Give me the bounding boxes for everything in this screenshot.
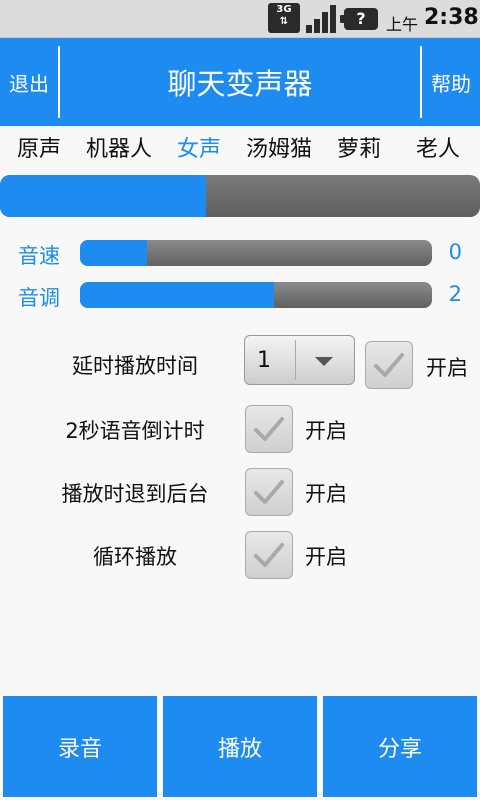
pitch-slider[interactable] bbox=[80, 282, 432, 308]
bottom-action-bar: 录音 播放 分享 bbox=[0, 693, 480, 800]
title-bar: 退出 聊天变声器 帮助 bbox=[0, 38, 480, 126]
delay-dropdown-value: 1 bbox=[257, 348, 271, 373]
speed-label: 音速 bbox=[18, 244, 60, 268]
tab-old-person[interactable]: 老人 bbox=[416, 130, 460, 170]
status-time: 2:38 bbox=[424, 5, 479, 30]
status-bar: 3G ⇅ ? 上午 2:38 bbox=[0, 0, 480, 38]
countdown-state-label: 开启 bbox=[305, 419, 347, 443]
checkmark-icon bbox=[374, 353, 404, 377]
loop-label: 循环播放 bbox=[93, 545, 177, 569]
battery-icon: ? bbox=[340, 8, 378, 30]
main-progress-fill bbox=[0, 175, 207, 217]
delay-label: 延时播放时间 bbox=[72, 354, 198, 378]
signal-strength-icon bbox=[306, 3, 338, 33]
checkmark-icon bbox=[254, 543, 284, 567]
countdown-label: 2秒语音倒计时 bbox=[65, 419, 205, 443]
checkmark-icon bbox=[254, 480, 284, 504]
speed-slider[interactable] bbox=[80, 240, 432, 266]
tab-robot[interactable]: 机器人 bbox=[86, 130, 152, 170]
tab-loli[interactable]: 萝莉 bbox=[337, 130, 381, 170]
background-label: 播放时退到后台 bbox=[61, 482, 209, 506]
help-button[interactable]: 帮助 bbox=[422, 38, 480, 126]
loop-state-label: 开启 bbox=[305, 545, 347, 569]
network-3g-icon: 3G ⇅ bbox=[268, 3, 300, 33]
tab-female-voice[interactable]: 女声 bbox=[177, 130, 221, 170]
app-title: 聊天变声器 bbox=[167, 67, 313, 101]
loop-checkbox[interactable] bbox=[245, 531, 293, 579]
background-checkbox[interactable] bbox=[245, 468, 293, 516]
delay-state-label: 开启 bbox=[426, 356, 468, 380]
record-button[interactable]: 录音 bbox=[3, 696, 157, 797]
speed-value: 0 bbox=[448, 240, 462, 264]
countdown-checkbox[interactable] bbox=[245, 405, 293, 453]
delay-dropdown[interactable]: 1 bbox=[244, 335, 355, 385]
speed-slider-fill bbox=[80, 240, 147, 266]
voice-tabs: 原声 机器人 女声 汤姆猫 萝莉 老人 bbox=[0, 130, 480, 170]
pitch-slider-fill bbox=[80, 282, 274, 308]
play-button[interactable]: 播放 bbox=[163, 696, 317, 797]
pitch-label: 音调 bbox=[18, 286, 60, 310]
chevron-down-icon bbox=[315, 357, 333, 366]
background-state-label: 开启 bbox=[305, 482, 347, 506]
tab-tom-cat[interactable]: 汤姆猫 bbox=[246, 130, 312, 170]
exit-button[interactable]: 退出 bbox=[0, 38, 58, 126]
status-ampm: 上午 bbox=[386, 15, 419, 34]
main-progress-bar bbox=[0, 175, 480, 217]
pitch-value: 2 bbox=[448, 282, 462, 306]
share-button[interactable]: 分享 bbox=[323, 696, 477, 797]
checkmark-icon bbox=[254, 417, 284, 441]
tab-original-voice[interactable]: 原声 bbox=[17, 130, 61, 170]
delay-checkbox[interactable] bbox=[365, 341, 413, 389]
dropdown-separator bbox=[295, 340, 296, 380]
